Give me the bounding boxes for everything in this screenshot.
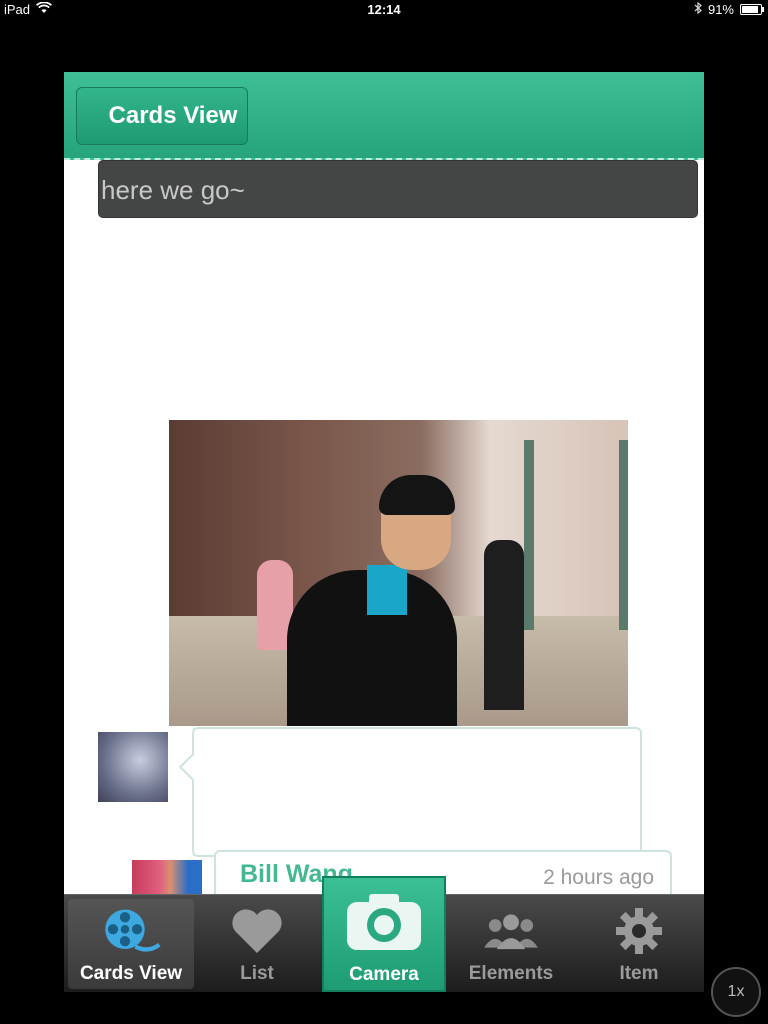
photo-pillar [619, 440, 628, 630]
tab-item[interactable]: Item [576, 899, 702, 989]
tab-list[interactable]: List [194, 899, 320, 989]
camera-icon [345, 892, 423, 952]
tab-cards-view[interactable]: Cards View [68, 899, 194, 989]
back-button-label: Cards View [108, 102, 238, 129]
avatar[interactable] [98, 732, 168, 802]
battery-icon [740, 4, 764, 15]
photo-pillar [524, 440, 534, 630]
message-input[interactable]: here we go~ [98, 160, 698, 218]
battery-percent: 91% [707, 2, 734, 17]
tab-label: Elements [468, 963, 554, 984]
app-window: Cards View here we go~ Bill Wang 2 hours… [64, 72, 704, 992]
tab-label: List [240, 963, 274, 984]
tab-label: Camera [349, 964, 419, 985]
bluetooth-icon [694, 1, 702, 17]
tab-elements[interactable]: Elements [448, 899, 574, 989]
post-photo[interactable] [169, 420, 628, 726]
navigation-bar: Cards View [64, 72, 704, 160]
tab-label: Cards View [79, 963, 183, 984]
photo-background-person [484, 540, 524, 710]
status-bar: iPad 12:14 91% [0, 0, 768, 20]
comment-bubble [192, 727, 642, 857]
clock: 12:14 [367, 2, 401, 17]
photo-person-shirt [367, 565, 407, 615]
people-icon [481, 903, 541, 959]
back-button[interactable]: Cards View [76, 87, 248, 145]
tab-label: Item [619, 963, 659, 984]
gear-icon [609, 903, 669, 959]
heart-icon [227, 903, 287, 959]
zoom-button[interactable]: 1x [711, 967, 761, 1017]
photo-person-hair [379, 475, 455, 515]
tab-camera[interactable]: Camera [322, 876, 446, 992]
film-reel-icon [101, 903, 161, 959]
post-time: 2 hours ago [543, 866, 654, 889]
